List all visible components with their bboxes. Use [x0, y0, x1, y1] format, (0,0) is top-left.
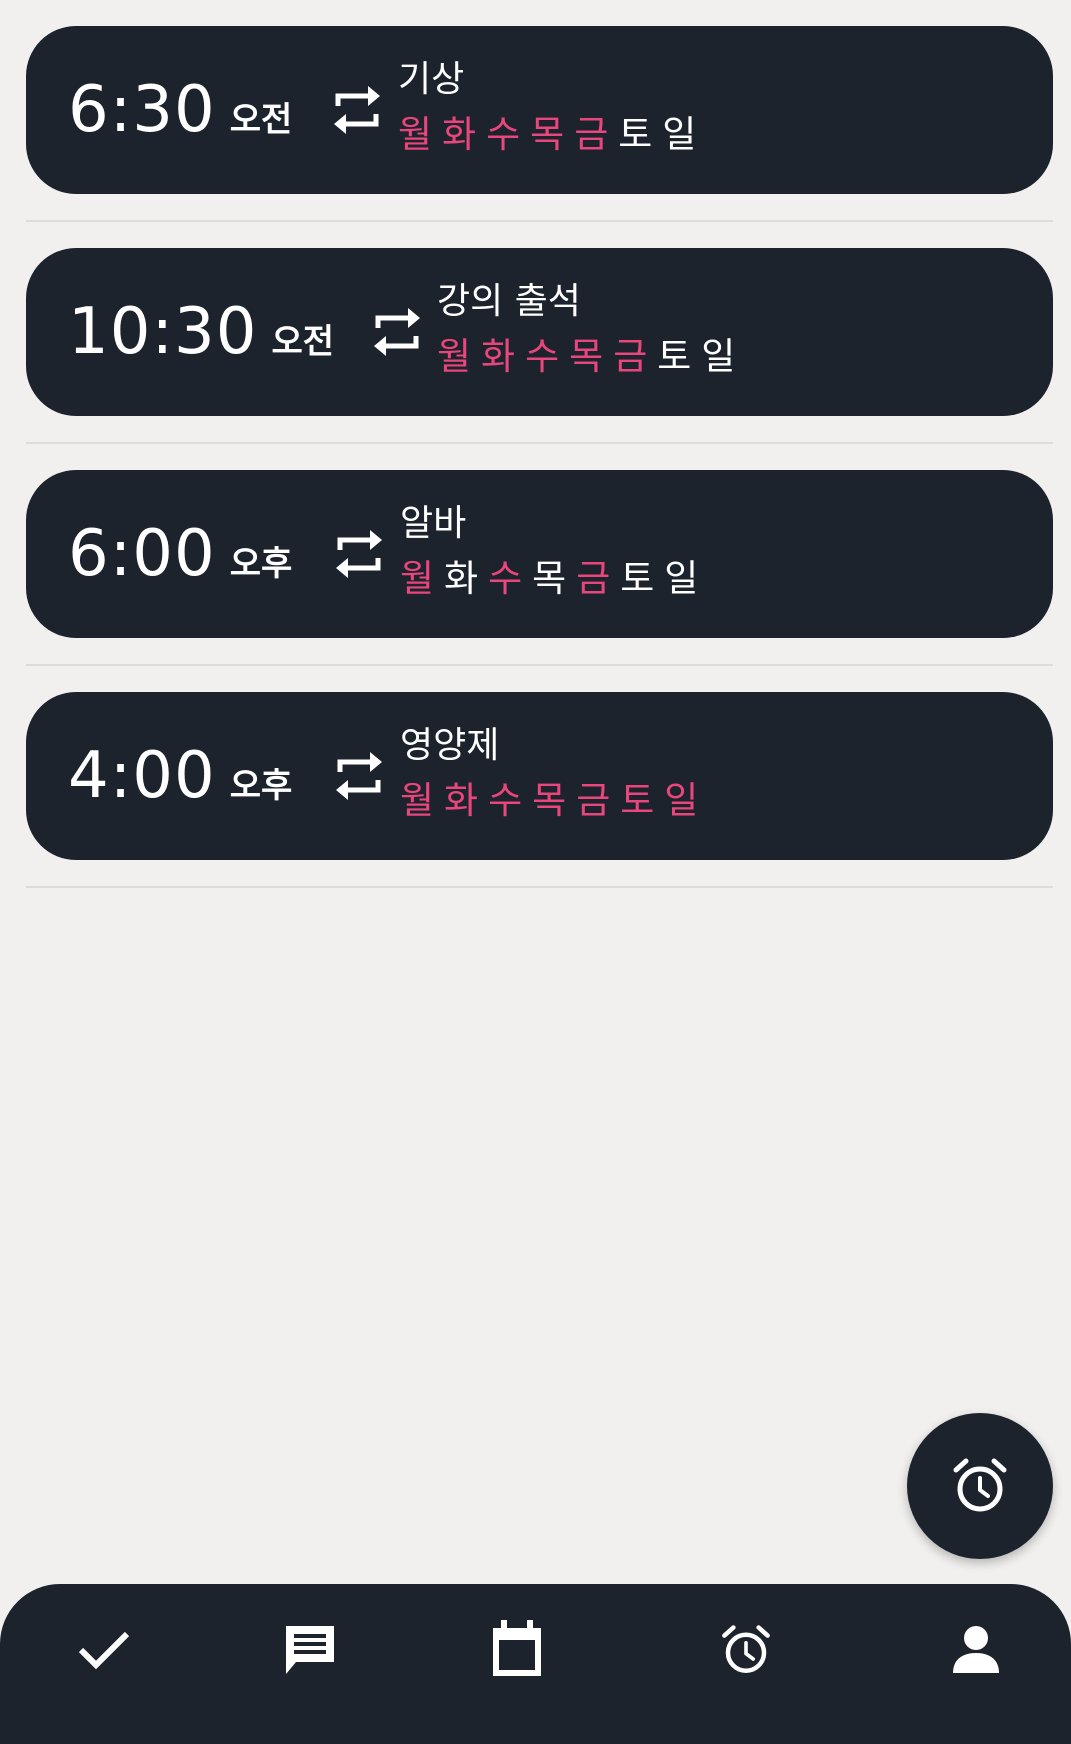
weekday-2: 수 — [525, 335, 560, 378]
weekday-2: 수 — [486, 113, 521, 156]
repeat-icon — [374, 308, 420, 356]
person-icon — [953, 1625, 999, 1673]
alarm-hour-minute: 6:00 — [68, 517, 216, 591]
weekday-5: 토 — [657, 335, 692, 378]
alarm-days: 월화수목금토일 — [437, 326, 735, 380]
alarm-time: 6:30 오전 — [68, 26, 292, 194]
alarm-ampm: 오전 — [271, 321, 334, 362]
weekday-3: 목 — [569, 335, 604, 378]
alarm-time: 6:00 오후 — [68, 470, 292, 638]
add-alarm-button[interactable] — [907, 1413, 1053, 1559]
alarm-label: 알바 — [400, 503, 467, 544]
weekday-0: 월 — [400, 557, 435, 600]
weekday-5: 토 — [620, 779, 655, 822]
alarm-days: 월화수목금토일 — [400, 770, 698, 824]
alarm-card[interactable]: 4:00 오후 영양제 월화수목금토일 — [26, 692, 1053, 860]
divider — [26, 886, 1053, 888]
repeat-icon — [336, 530, 382, 578]
divider — [26, 220, 1053, 222]
alarm-card[interactable]: 6:30 오전 기상 월화수목금토일 — [26, 26, 1053, 194]
bottom-navigation — [0, 1584, 1071, 1744]
calendar-icon — [493, 1619, 541, 1676]
alarm-card[interactable]: 6:00 오후 알바 월화수목금토일 — [26, 470, 1053, 638]
alarm-ampm: 오후 — [229, 543, 293, 584]
weekday-1: 화 — [442, 113, 477, 156]
weekday-0: 월 — [400, 779, 435, 822]
repeat-icon — [334, 86, 380, 134]
alarm-hour-minute: 10:30 — [68, 295, 258, 369]
alarm-label: 기상 — [398, 59, 465, 100]
alarm-label: 영양제 — [400, 725, 500, 766]
weekday-5: 토 — [620, 557, 655, 600]
weekday-1: 화 — [481, 335, 516, 378]
alarm-add-icon — [953, 1458, 1007, 1512]
weekday-1: 화 — [444, 557, 479, 600]
weekday-2: 수 — [488, 557, 523, 600]
weekday-6: 일 — [662, 113, 697, 156]
alarm-hour-minute: 6:30 — [68, 73, 216, 147]
weekday-4: 금 — [613, 335, 648, 378]
nav-todo[interactable] — [64, 1584, 144, 1715]
weekday-3: 목 — [532, 557, 567, 600]
chat-icon — [286, 1625, 334, 1674]
weekday-4: 금 — [576, 779, 611, 822]
alarm-days: 월화수목금토일 — [398, 104, 696, 158]
nav-alarm[interactable] — [706, 1584, 786, 1715]
repeat-icon — [336, 752, 382, 800]
alarm-hour-minute: 4:00 — [68, 739, 216, 813]
alarm-ampm: 오후 — [229, 765, 293, 806]
alarm-time: 4:00 오후 — [68, 692, 292, 860]
weekday-4: 금 — [574, 113, 609, 156]
nav-calendar[interactable] — [477, 1584, 557, 1715]
check-icon — [78, 1631, 130, 1669]
weekday-6: 일 — [701, 335, 736, 378]
weekday-4: 금 — [576, 557, 611, 600]
alarm-days: 월화수목금토일 — [400, 548, 698, 602]
weekday-3: 목 — [532, 779, 567, 822]
alarm-time: 10:30 오전 — [68, 248, 334, 416]
weekday-5: 토 — [618, 113, 653, 156]
divider — [26, 664, 1053, 666]
weekday-0: 월 — [398, 113, 433, 156]
weekday-6: 일 — [664, 779, 699, 822]
nav-chat[interactable] — [270, 1584, 350, 1715]
alarm-card[interactable]: 10:30 오전 강의 출석 월화수목금토일 — [26, 248, 1053, 416]
divider — [26, 442, 1053, 444]
nav-profile[interactable] — [936, 1584, 1016, 1715]
alarm-ampm: 오전 — [229, 99, 293, 140]
weekday-0: 월 — [437, 335, 472, 378]
weekday-1: 화 — [444, 779, 479, 822]
weekday-6: 일 — [664, 557, 699, 600]
weekday-3: 목 — [530, 113, 565, 156]
alarm-label: 강의 출석 — [437, 281, 581, 322]
alarm-icon — [722, 1624, 770, 1673]
weekday-2: 수 — [488, 779, 523, 822]
